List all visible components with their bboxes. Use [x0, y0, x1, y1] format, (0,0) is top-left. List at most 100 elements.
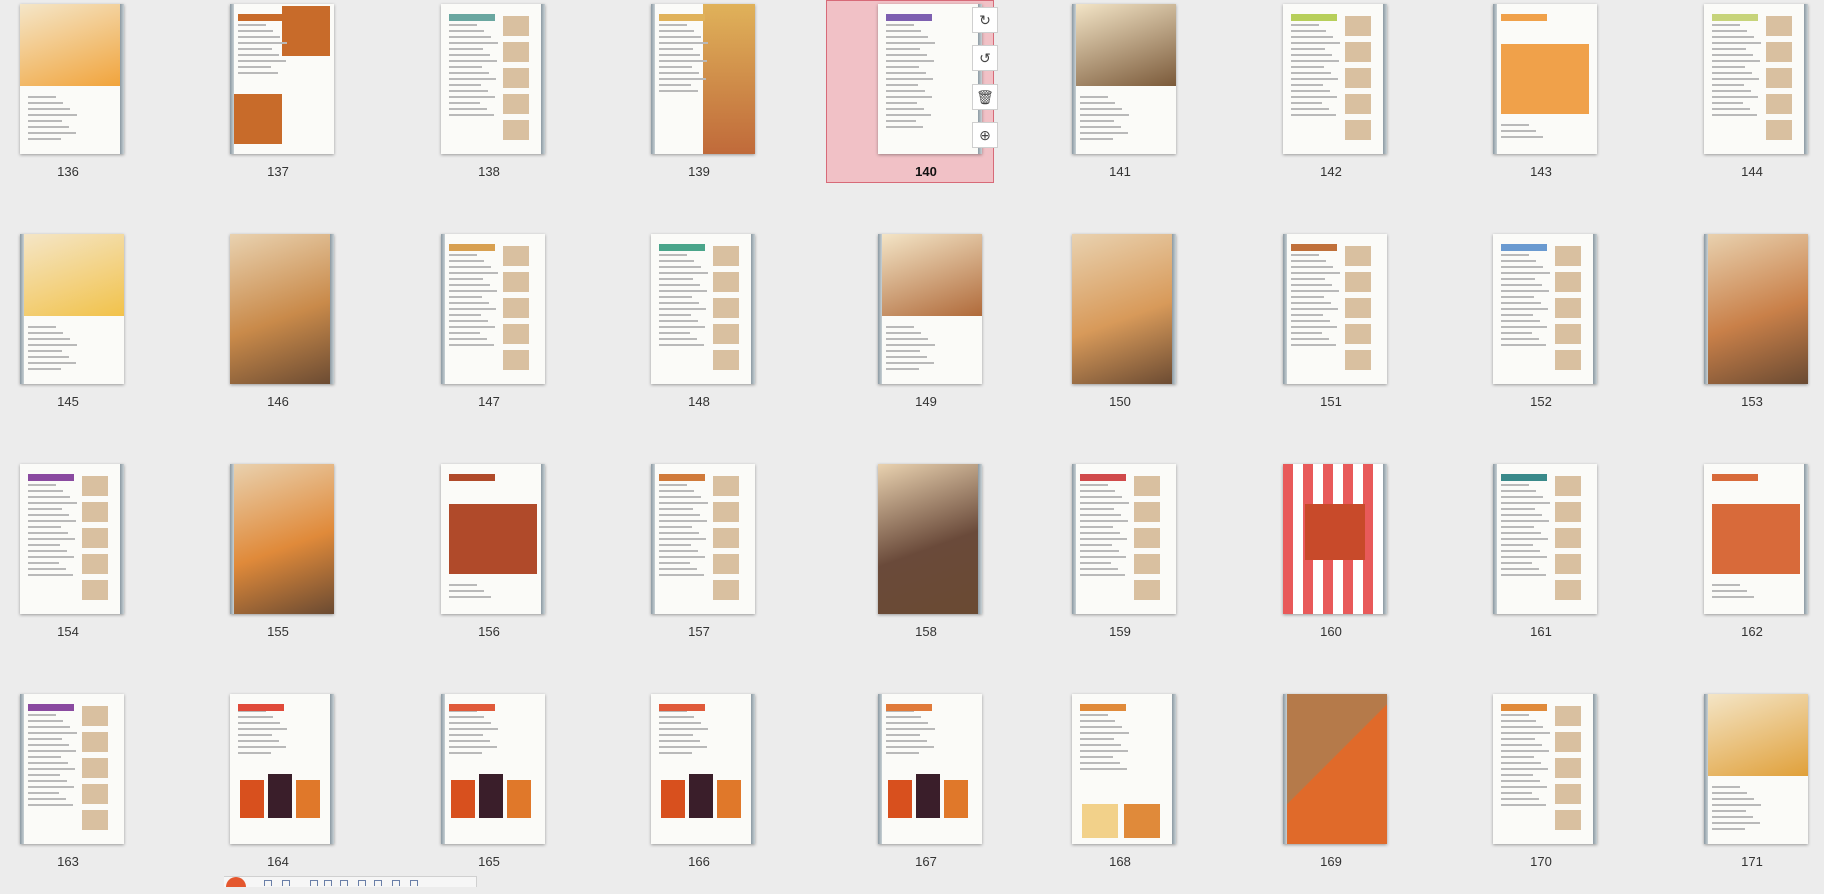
text-line [1291, 42, 1340, 44]
text-line [28, 544, 60, 546]
text-line [1501, 562, 1532, 564]
page-number-label: 166 [688, 854, 710, 869]
page-thumbnail[interactable]: 163 [16, 694, 226, 894]
page-thumbnail[interactable]: 158 [858, 464, 1068, 664]
page-thumbnail[interactable]: 159 [1068, 464, 1278, 664]
page-photo [713, 324, 739, 344]
page-photo [1712, 504, 1800, 574]
rotate-counterclockwise-button[interactable]: ↺ [972, 45, 998, 71]
page-thumbnail[interactable]: 149 [858, 234, 1068, 434]
text-line [238, 42, 287, 44]
page-thumbnail[interactable]: 168 [1068, 694, 1278, 894]
toolbar-icon[interactable] [374, 880, 382, 886]
insert-page-button[interactable]: ⊕ [972, 122, 998, 148]
text-line [449, 272, 498, 274]
text-line [1501, 720, 1536, 722]
page-thumbnail[interactable]: 147 [437, 234, 647, 434]
page-thumbnail[interactable]: 138 [437, 4, 647, 204]
page-number-label: 140 [915, 164, 937, 179]
toolbar-icon[interactable] [310, 880, 318, 886]
text-line [238, 60, 286, 62]
text-line [28, 720, 63, 722]
text-line [1712, 108, 1750, 110]
page-thumbnail[interactable]: 140 [858, 4, 1068, 204]
text-line [1712, 96, 1758, 98]
page-thumbnail[interactable]: 139 [647, 4, 857, 204]
page-preview [1493, 694, 1597, 844]
text-line [886, 48, 920, 50]
text-line [659, 272, 708, 274]
text-line [659, 556, 705, 558]
page-number-label: 149 [915, 394, 937, 409]
page-thumbnail[interactable]: 146 [226, 234, 436, 434]
page-thumbnail[interactable]: 169 [1279, 694, 1489, 894]
toolbar-icon[interactable] [340, 880, 348, 886]
page-thumbnail[interactable]: 154 [16, 464, 226, 664]
text-line [449, 54, 490, 56]
page-thumbnail[interactable]: 143 [1489, 4, 1699, 204]
page-preview [441, 234, 545, 384]
text-line [886, 102, 917, 104]
page-thumbnail[interactable]: 153 [1700, 234, 1824, 434]
page-thumbnail[interactable]: 170 [1489, 694, 1699, 894]
page-number-label: 170 [1530, 854, 1552, 869]
page-thumbnail[interactable]: 145 [16, 234, 226, 434]
page-thumbnail[interactable]: 160 [1279, 464, 1489, 664]
text-line [659, 332, 690, 334]
page-thumbnail[interactable]: 144 [1700, 4, 1824, 204]
text-line [28, 792, 59, 794]
page-photo [713, 502, 739, 522]
page-thumbnail[interactable]: 141 [1068, 4, 1278, 204]
page-thumbnail[interactable]: 164 [226, 694, 436, 894]
page-photo [713, 554, 739, 574]
page-spine [1704, 694, 1708, 844]
rotate-clockwise-button[interactable]: ↻ [972, 7, 998, 33]
text-line [1291, 254, 1319, 256]
toolbar-icon[interactable] [324, 880, 332, 886]
toolbar-icon[interactable] [358, 880, 366, 886]
page-heading-bar [1501, 704, 1547, 711]
page-photo [296, 780, 320, 818]
page-preview [441, 694, 545, 844]
toolbar-icon[interactable] [392, 880, 400, 886]
page-thumbnail[interactable]: 137 [226, 4, 436, 204]
text-line [886, 326, 914, 328]
page-thumbnail[interactable]: 152 [1489, 234, 1699, 434]
page-photo [1345, 16, 1371, 36]
page-thumbnail[interactable]: 166 [647, 694, 857, 894]
text-line [1080, 738, 1114, 740]
page-spine [978, 464, 982, 614]
page-thumbnail[interactable]: 161 [1489, 464, 1699, 664]
page-thumbnail[interactable]: 150 [1068, 234, 1278, 434]
text-line [659, 48, 693, 50]
text-line [1501, 538, 1548, 540]
page-spine [330, 694, 334, 844]
page-thumbnail[interactable]: 167 [858, 694, 1068, 894]
text-line [28, 126, 69, 128]
text-line [659, 722, 701, 724]
delete-page-button[interactable]: 🗑 [972, 84, 998, 110]
page-spine [1283, 234, 1287, 384]
toolbar-icon[interactable] [282, 880, 290, 886]
page-thumbnail[interactable]: 171 [1700, 694, 1824, 894]
page-photo [713, 528, 739, 548]
page-photo [1134, 476, 1160, 496]
page-thumbnail[interactable]: 165 [437, 694, 647, 894]
toolbar-icon[interactable] [264, 880, 272, 886]
text-line [28, 102, 63, 104]
page-thumbnail[interactable]: 151 [1279, 234, 1489, 434]
text-line [238, 66, 271, 68]
toolbar-icon[interactable] [410, 880, 418, 886]
page-thumbnail[interactable]: 157 [647, 464, 857, 664]
page-thumbnail[interactable]: 155 [226, 464, 436, 664]
page-thumbnail[interactable]: 162 [1700, 464, 1824, 664]
page-thumbnail[interactable]: 136 [16, 4, 226, 204]
page-spine [1493, 4, 1497, 154]
text-line [28, 786, 74, 788]
page-thumbnail[interactable]: 142 [1279, 4, 1489, 204]
page-photo [1082, 804, 1118, 838]
page-thumbnail[interactable]: 156 [437, 464, 647, 664]
page-number-label: 142 [1320, 164, 1342, 179]
page-thumbnail[interactable]: 148 [647, 234, 857, 434]
text-line [659, 302, 699, 304]
